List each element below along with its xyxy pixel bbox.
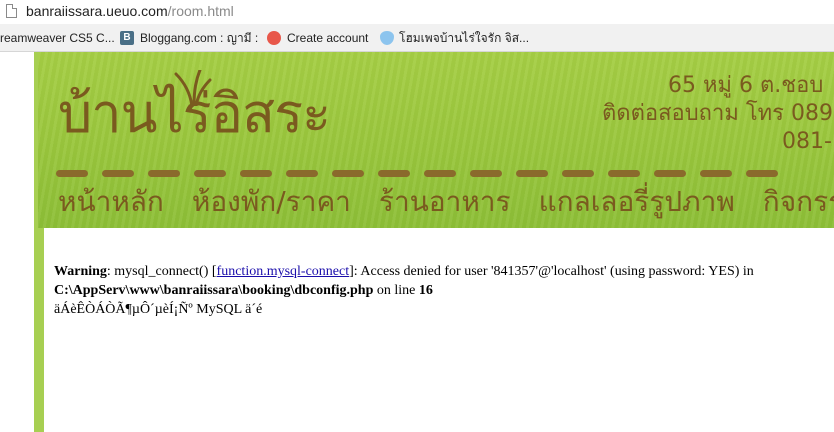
heart-icon (380, 31, 394, 45)
dash (56, 170, 88, 177)
nav-gallery[interactable]: แกลเลอรี่รูปภาพ (539, 184, 735, 220)
site-logo[interactable]: บ้านไร่อิสระ (58, 84, 331, 144)
bookmarks-bar: reamweaver CS5 C... B Bloggang.com : ญาม… (0, 24, 834, 52)
warning-message-start: : mysql_connect() [ (106, 264, 217, 279)
site-banner: บ้านไร่อิสระ 65 หมู่ 6 ต.ชอบ ติดต่อสอบถา… (38, 52, 834, 228)
function-doc-link[interactable]: function.mysql-connect (217, 264, 350, 279)
dash (102, 170, 134, 177)
address-line-3: 081- (782, 129, 832, 154)
bookmark-dreamweaver[interactable]: reamweaver CS5 C... (0, 30, 115, 46)
garbled-error-text: äÁèÊÒÁÒÃ¶µÔ´µèÍ¡Ñº MySQL ä´é (54, 302, 263, 317)
dash (516, 170, 548, 177)
dash (562, 170, 594, 177)
nav-home[interactable]: หน้าหลัก (58, 184, 164, 220)
dash (608, 170, 640, 177)
nav-activities[interactable]: กิจกรรม (763, 184, 834, 220)
php-warning: Warning: mysql_connect() [function.mysql… (54, 262, 824, 319)
dash (194, 170, 226, 177)
contact-address: 65 หมู่ 6 ต.ชอบ ติดต่อสอบถาม โทร 089- 08… (602, 72, 834, 156)
url-host: banraiissara.ueuo.com (26, 3, 168, 19)
address-bar[interactable]: banraiissara.ueuo.com/room.html (0, 0, 834, 24)
bookmark-homepage[interactable]: โฮมเพจบ้านไร่ใจรัก จิส... (399, 30, 529, 46)
dash (332, 170, 364, 177)
url-path: /room.html (167, 3, 234, 19)
address-line-1: 65 หมู่ 6 ต.ชอบ (668, 73, 824, 98)
dash (470, 170, 502, 177)
dash (654, 170, 686, 177)
dash (424, 170, 456, 177)
warning-line-prefix: on line (373, 283, 419, 298)
address-line-2: ติดต่อสอบถาม โทร 089- (602, 101, 834, 126)
dash (700, 170, 732, 177)
dash (148, 170, 180, 177)
dash-divider (56, 170, 834, 178)
warning-file-path: C:\AppServ\www\banraiissara\booking\dbco… (54, 283, 374, 298)
dash (240, 170, 272, 177)
page-icon (6, 4, 17, 18)
dash (286, 170, 318, 177)
bookmark-bloggang[interactable]: Bloggang.com : ญามี : (140, 30, 258, 46)
url-text[interactable]: banraiissara.ueuo.com/room.html (26, 3, 234, 19)
bloggang-icon: B (120, 31, 134, 45)
bookmark-create-account[interactable]: Create account (287, 30, 368, 46)
nav-restaurant[interactable]: ร้านอาหาร (379, 184, 511, 220)
account-icon (267, 31, 281, 45)
warning-message-mid: ]: Access denied for user '841357'@'loca… (349, 264, 754, 279)
warning-label: Warning (54, 264, 107, 279)
web-page: บ้านไร่อิสระ 65 หมู่ 6 ต.ชอบ ติดต่อสอบถา… (0, 52, 834, 432)
warning-line-number: 16 (418, 283, 433, 298)
nav-rooms-prices[interactable]: ห้องพัก/ราคา (192, 184, 351, 220)
main-nav: หน้าหลัก ห้องพัก/ราคา ร้านอาหาร แกลเลอรี… (58, 184, 834, 220)
dash (378, 170, 410, 177)
dash (746, 170, 778, 177)
